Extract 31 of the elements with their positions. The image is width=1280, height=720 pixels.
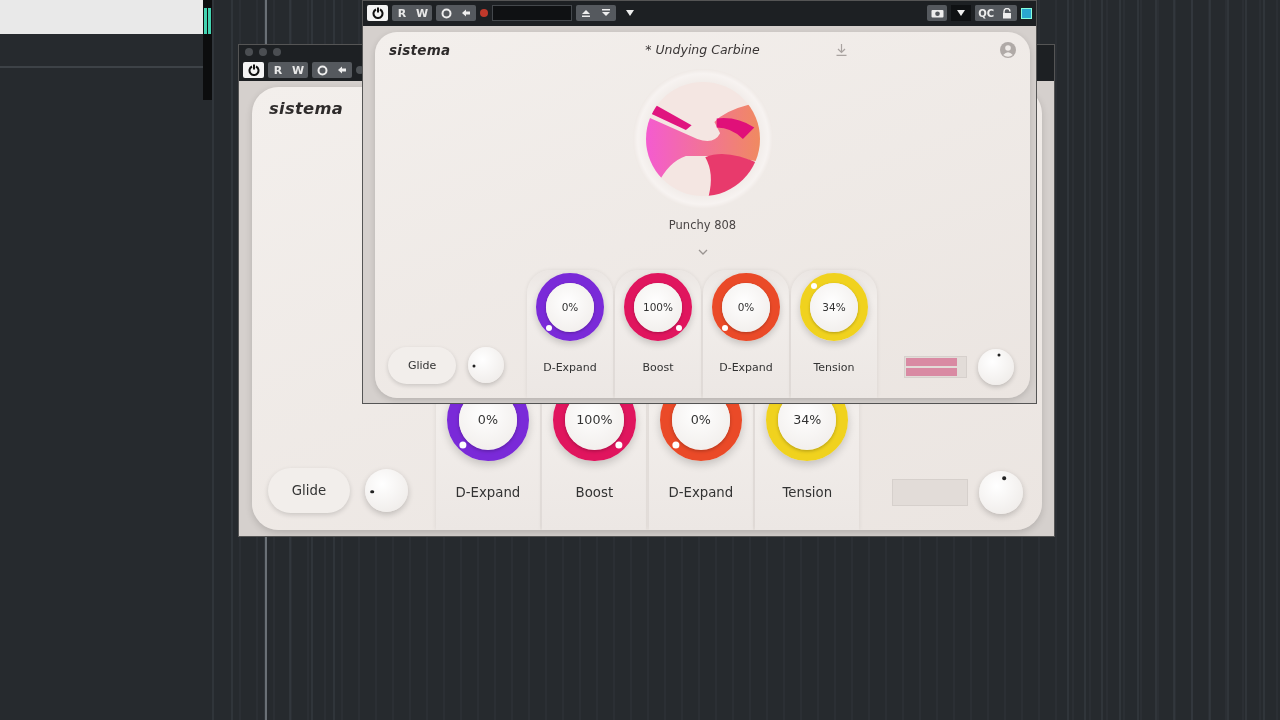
knob-ring[interactable]: 100% [624,273,692,341]
knob-value: 0% [561,301,579,313]
knob-label: D-Expand [719,360,773,374]
knob-label: D-Expand [668,484,734,500]
knob-label: D-Expand [543,360,597,374]
knob-value: 34% [822,301,846,313]
glide-button[interactable]: Glide [267,467,351,514]
brand-logo: sistema [389,41,451,58]
glide-button[interactable]: Glide [388,346,457,384]
knob-label: Boost [575,484,614,500]
knob-label: Boost [642,360,674,374]
qc-button[interactable]: QC [975,5,997,22]
knob-value: 0% [737,301,755,313]
knob-label: Tension [782,484,833,500]
brand-logo: sistema [268,99,344,119]
knob-value: 100% [576,412,613,428]
knob-ring[interactable]: 34% [800,273,868,341]
knob-label: D-Expand [455,484,521,500]
automation-toggle[interactable]: W [288,62,308,78]
knob-label: Tension [813,360,855,374]
knob-ring[interactable]: 0% [536,273,604,341]
knob-value: 0% [690,412,711,428]
knob-value: 100% [643,301,673,313]
knob-ring[interactable]: 0% [712,273,780,341]
knob-value: 34% [793,412,822,428]
automation-toggle[interactable]: R [268,62,288,78]
knob-value: 0% [477,412,498,428]
sound-name: Punchy 808 [667,219,738,233]
automation-toggle[interactable]: W [412,5,432,22]
preset-name[interactable]: * Undying Carbine [645,42,760,58]
automation-toggle[interactable]: R [392,5,412,22]
